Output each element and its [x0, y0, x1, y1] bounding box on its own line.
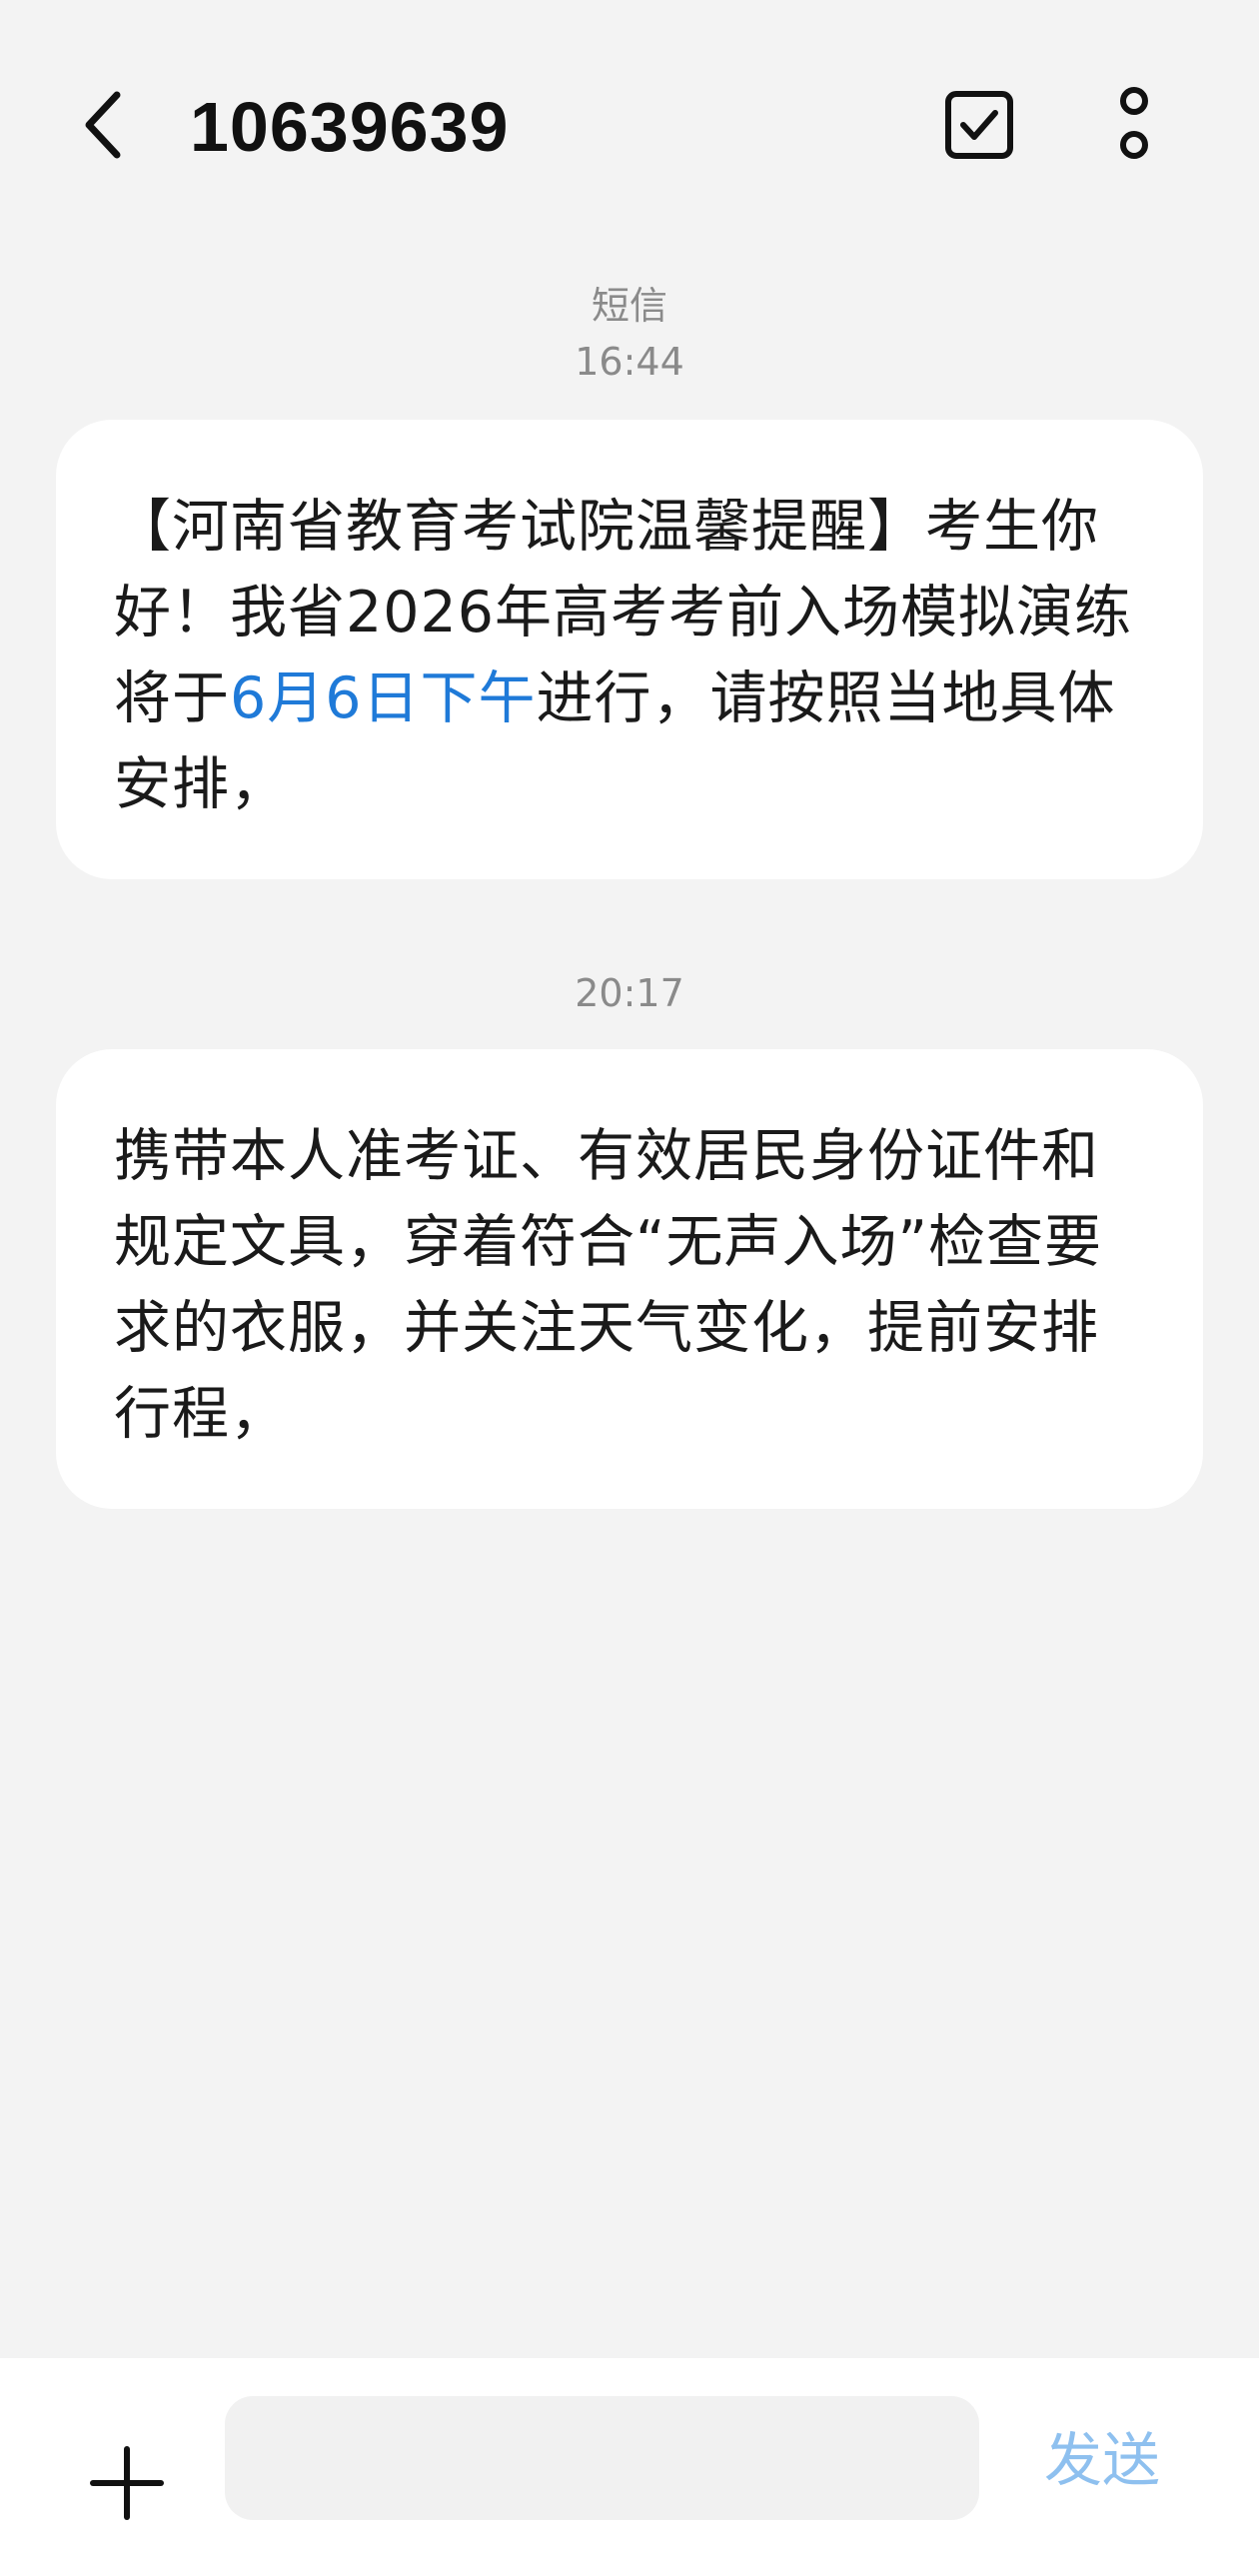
message-bubble[interactable]: 【河南省教育考试院温馨提醒】考生你好！我省2026年高考考前入场模拟演练将于6月… — [56, 420, 1203, 879]
select-messages-button[interactable] — [934, 80, 1024, 170]
message-composer: 发送 — [0, 2358, 1259, 2576]
back-button[interactable] — [60, 80, 150, 170]
more-vertical-icon — [1120, 87, 1148, 159]
conversation-title: 10639639 — [190, 88, 510, 166]
chevron-left-icon — [85, 91, 121, 159]
send-button[interactable]: 发送 — [1044, 2420, 1160, 2500]
message-text: 携带本人准考证、有效居民身份证件和规定文具，穿着符合“无声入场”检查要求的衣服，… — [114, 1123, 1103, 1447]
more-options-button[interactable] — [1089, 80, 1179, 170]
app-header: 10639639 — [0, 0, 1259, 240]
checkbox-checked-icon — [945, 91, 1013, 159]
add-attachment-button[interactable] — [72, 2428, 182, 2538]
message-bubble[interactable]: 携带本人准考证、有效居民身份证件和规定文具，穿着符合“无声入场”检查要求的衣服，… — [56, 1049, 1203, 1509]
channel-label: 短信 — [591, 284, 667, 328]
plus-icon — [90, 2446, 164, 2520]
message-timestamp: 20:17 — [575, 971, 684, 1015]
message-timestamp: 16:44 — [575, 340, 684, 384]
date-link[interactable]: 6月6日下午 — [230, 665, 537, 731]
message-text: 【河南省教育考试院温馨提醒】考生你好！我省2026年高考考前入场模拟演练将于6月… — [114, 494, 1133, 817]
message-input[interactable] — [225, 2396, 979, 2520]
